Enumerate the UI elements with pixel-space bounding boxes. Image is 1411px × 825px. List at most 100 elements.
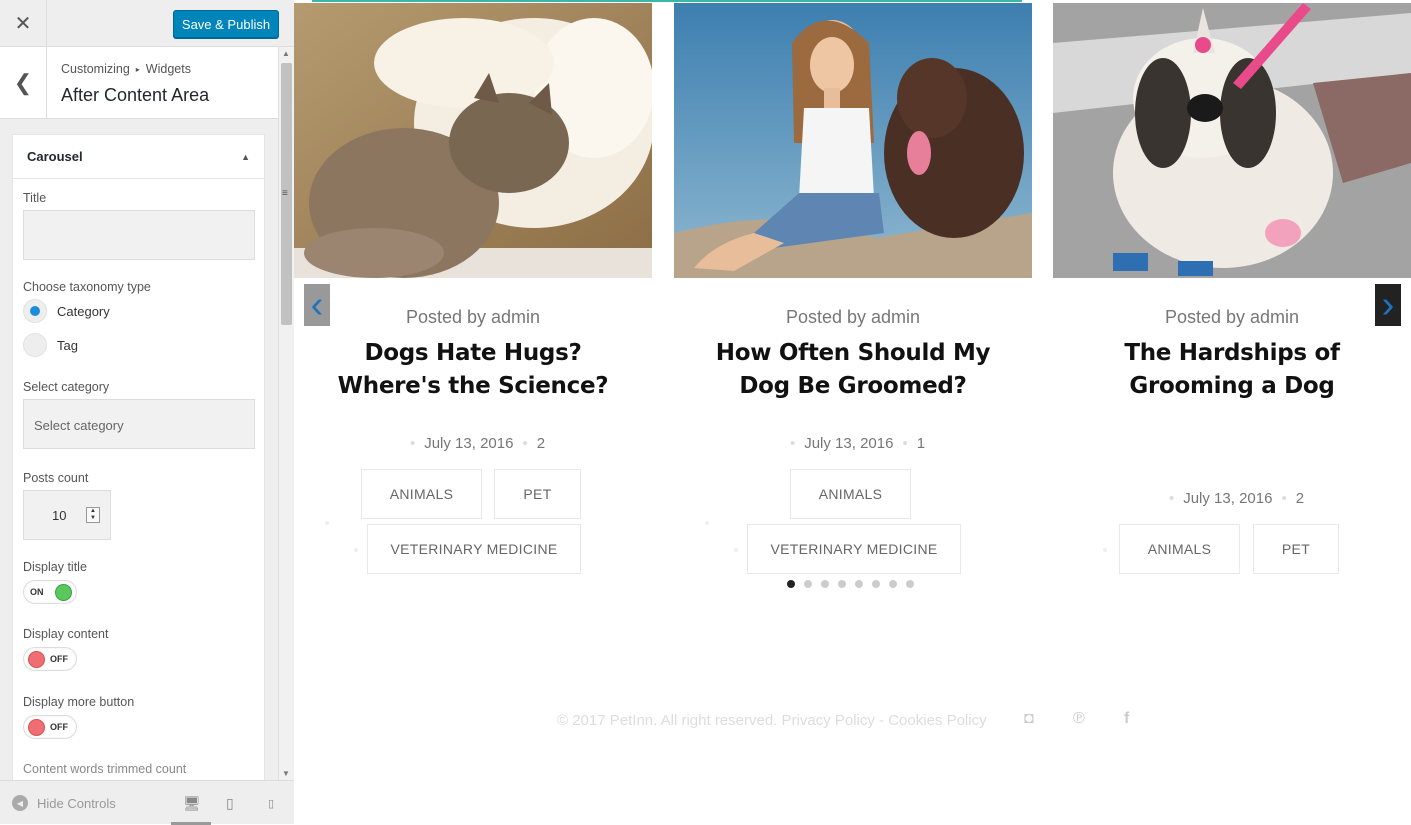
posts-count-stepper[interactable]: 10 ▲ ▼ [23, 490, 111, 540]
posts-count-label: Posts count [23, 471, 89, 485]
post-author: Posted by admin [405, 307, 541, 327]
tag-pet[interactable]: PET [1253, 524, 1339, 574]
section-header: ❮ Customizing ▸ Widgets After Content Ar… [0, 47, 278, 119]
separator-dot [705, 521, 709, 525]
post-author: Posted by admin [785, 307, 921, 327]
display-content-label: Display content [23, 627, 109, 641]
facebook-icon[interactable]: f [1124, 710, 1129, 728]
customizer-header: ✕ Save & Publish [0, 0, 294, 47]
display-content-toggle[interactable]: OFF [23, 647, 77, 671]
toggle-knob [28, 651, 45, 668]
collapse-arrow-icon[interactable]: ▲ [241, 152, 250, 162]
posts-count-value: 10 [52, 508, 67, 523]
display-more-toggle[interactable]: OFF [23, 715, 77, 739]
post-date: July 13, 2016 [804, 435, 894, 452]
comment-icon: • [902, 435, 908, 452]
save-publish-button[interactable]: Save & Publish [173, 10, 279, 38]
carousel-dot[interactable] [821, 580, 829, 588]
cookies-policy-link[interactable]: Cookies Policy [888, 712, 986, 729]
calendar-icon: • [789, 435, 796, 452]
select-category-placeholder: Select category [34, 418, 124, 433]
footer-dash: - [879, 712, 885, 729]
widget-title: Carousel [27, 149, 83, 164]
post-comments[interactable]: 2 [1296, 490, 1304, 507]
site-preview: Posted by admin Dogs Hate Hugs? Where's … [294, 0, 1411, 824]
carousel-dot[interactable] [838, 580, 846, 588]
mobile-icon[interactable]: ▯ [268, 797, 274, 810]
post-date: July 13, 2016 [424, 435, 514, 452]
post-author: Posted by admin [1164, 307, 1300, 327]
collapse-sidebar-icon: ◀ [12, 795, 28, 811]
breadcrumb-customizing: Customizing [61, 62, 130, 76]
post-image-cat-and-puppy[interactable] [294, 3, 652, 278]
tag-animals[interactable]: ANIMALS [1119, 524, 1240, 574]
scroll-down-icon[interactable]: ▼ [282, 769, 290, 778]
hide-controls-label: Hide Controls [37, 795, 116, 811]
calendar-icon: • [409, 435, 416, 452]
tag-animals[interactable]: ANIMALS [790, 469, 911, 519]
carousel-dot[interactable] [804, 580, 812, 588]
radio-category-label: Category [57, 304, 110, 319]
radio-tag-label: Tag [57, 338, 78, 353]
hide-controls-button[interactable]: ◀ Hide Controls [12, 795, 116, 811]
post-image-girl-and-dog[interactable] [674, 3, 1032, 278]
privacy-policy-link[interactable]: Privacy Policy [782, 712, 875, 729]
stepper-arrows-icon[interactable]: ▲ ▼ [86, 507, 100, 523]
radio-tag[interactable] [23, 333, 47, 357]
breadcrumb-widgets: Widgets [145, 62, 191, 76]
tag-veterinary-medicine[interactable]: VETERINARY MEDICINE [367, 524, 581, 574]
select-category-label: Select category [23, 380, 110, 394]
widget-header[interactable]: Carousel ▲ [13, 135, 264, 179]
post-image-shih-tzu[interactable] [1053, 3, 1411, 278]
select-category-dropdown[interactable]: Select category [23, 399, 255, 449]
site-copyright: © 2017 PetInn. All right reserved. Priva… [557, 712, 987, 729]
carousel-dot[interactable] [889, 580, 897, 588]
customizer-footer: ◀ Hide Controls 🖥 ▯ ▯ [0, 780, 294, 825]
carousel-dot[interactable] [872, 580, 880, 588]
post-title[interactable]: Dogs Hate Hugs? Where's the Science? [314, 337, 632, 403]
breadcrumb: Customizing ▸ Widgets [61, 62, 191, 76]
carousel-next-icon[interactable]: › [1375, 284, 1401, 326]
title-label: Title [23, 191, 47, 205]
display-content-state: OFF [50, 654, 68, 664]
radio-category[interactable] [23, 299, 47, 323]
display-title-toggle[interactable]: ON [23, 580, 77, 604]
post-comments[interactable]: 1 [917, 435, 925, 452]
scroll-up-icon[interactable]: ▲ [282, 49, 290, 58]
post-title[interactable]: How Often Should My Dog Be Groomed? [694, 337, 1012, 403]
title-input[interactable] [23, 210, 255, 260]
display-title-state: ON [30, 587, 44, 597]
tag-animals[interactable]: ANIMALS [361, 469, 482, 519]
toggle-knob [28, 719, 45, 736]
carousel-dot[interactable] [906, 580, 914, 588]
display-more-state: OFF [50, 722, 68, 732]
carousel-widget: Carousel ▲ Title Choose taxonomy type Ca… [12, 134, 265, 784]
trim-count-label: Content words trimmed count [23, 762, 187, 776]
carousel-dot[interactable] [787, 580, 795, 588]
taxonomy-label: Choose taxonomy type [23, 280, 151, 294]
resize-grip-icon[interactable]: ≡ [282, 188, 288, 199]
post-title[interactable]: The Hardships of Grooming a Dog [1073, 337, 1391, 403]
post-meta: • July 13, 2016 • 2 [294, 435, 652, 452]
instagram-icon[interactable]: ◘ [1024, 710, 1034, 728]
post-date: July 13, 2016 [1183, 490, 1273, 507]
post-comments[interactable]: 2 [537, 435, 545, 452]
tag-pet[interactable]: PET [494, 469, 581, 519]
carousel-prev-icon[interactable]: ‹ [304, 284, 330, 326]
carousel-pagination [787, 580, 914, 588]
comment-icon: • [1281, 490, 1287, 507]
calendar-icon: • [1168, 490, 1175, 507]
tablet-icon[interactable]: ▯ [226, 795, 234, 812]
post-meta: • July 13, 2016 • 2 [1053, 490, 1411, 507]
separator-dot [325, 521, 329, 525]
tag-veterinary-medicine[interactable]: VETERINARY MEDICINE [747, 524, 961, 574]
display-title-label: Display title [23, 560, 87, 574]
header-strip [312, 0, 1022, 2]
desktop-icon[interactable]: 🖥 [183, 795, 201, 812]
display-more-label: Display more button [23, 695, 135, 709]
back-icon[interactable]: ❮ [0, 47, 47, 118]
pinterest-icon[interactable]: ℗ [1073, 710, 1085, 728]
carousel-dot[interactable] [855, 580, 863, 588]
close-icon[interactable]: ✕ [0, 0, 47, 47]
sidebar-scrollbar[interactable]: ▲ ▼ [278, 47, 294, 780]
